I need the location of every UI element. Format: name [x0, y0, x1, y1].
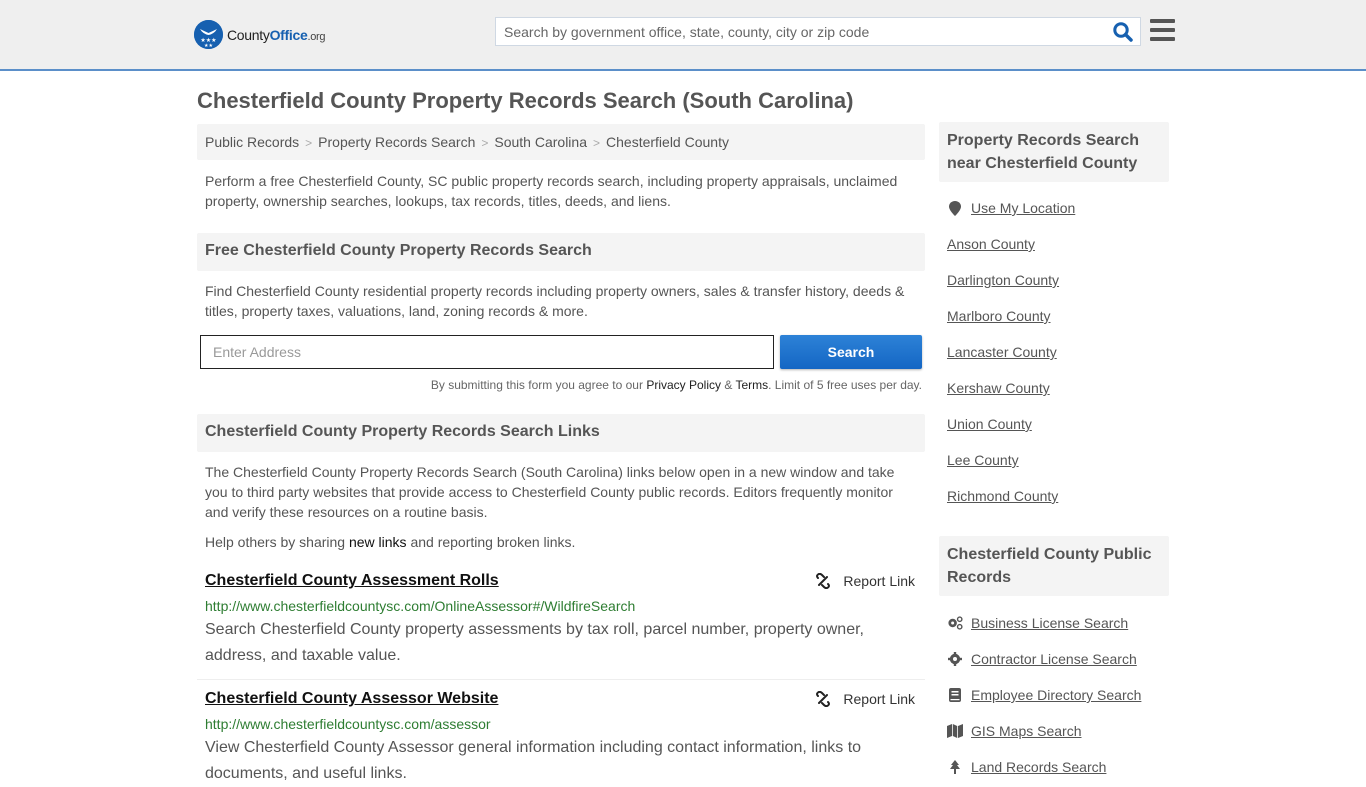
gear-icon — [947, 652, 963, 666]
public-record-link[interactable]: Contractor License Search — [971, 651, 1137, 667]
use-my-location-link[interactable]: Use My Location — [971, 200, 1075, 216]
breadcrumb-separator: > — [305, 136, 313, 150]
address-input[interactable] — [200, 335, 774, 369]
public-record-link[interactable]: Land Records Search — [971, 759, 1106, 775]
report-link-button[interactable]: Report Link — [815, 691, 915, 707]
breadcrumb-separator: > — [481, 136, 489, 150]
hamburger-menu-icon[interactable] — [1150, 19, 1175, 43]
disclaimer-prefix: By submitting this form you agree to our — [430, 378, 647, 392]
nearby-county-item: Lancaster County — [947, 334, 1161, 370]
map-icon — [947, 724, 963, 738]
breadcrumb-south-carolina[interactable]: South Carolina — [494, 134, 587, 150]
report-link-label: Report Link — [843, 691, 915, 707]
book-icon — [947, 688, 963, 702]
eagle-logo-icon: ★★★ ★★ — [194, 20, 223, 49]
site-logo[interactable]: ★★★ ★★ CountyOffice.org — [194, 20, 326, 49]
nearby-county-item: Kershaw County — [947, 370, 1161, 406]
breadcrumb-separator: > — [593, 136, 601, 150]
menu-bar — [1150, 28, 1175, 32]
public-record-link[interactable]: Business License Search — [971, 615, 1128, 631]
resource-link-item: Chesterfield County Assessor Website Rep… — [197, 690, 925, 787]
menu-bar — [1150, 37, 1175, 41]
free-search-description: Find Chesterfield County residential pro… — [205, 283, 905, 319]
nearby-county-link[interactable]: Lancaster County — [947, 344, 1057, 360]
form-disclaimer: By submitting this form you agree to our… — [197, 378, 925, 392]
help-suffix: and reporting broken links. — [406, 534, 576, 550]
terms-link[interactable]: Terms — [735, 378, 768, 392]
nearby-county-item: Union County — [947, 406, 1161, 442]
nearby-county-link[interactable]: Lee County — [947, 452, 1019, 468]
public-record-item: GIS Maps Search — [947, 713, 1161, 749]
use-location-item: Use My Location — [947, 190, 1161, 226]
new-links-link[interactable]: new links — [349, 534, 407, 550]
nearby-county-link[interactable]: Union County — [947, 416, 1032, 432]
logo-tld: .org — [307, 30, 326, 43]
nearby-county-item: Darlington County — [947, 262, 1161, 298]
breadcrumb-public-records[interactable]: Public Records — [205, 134, 299, 150]
breadcrumb: Public Records > Property Records Search > S… — [197, 124, 925, 160]
nearby-county-link[interactable]: Darlington County — [947, 272, 1059, 288]
main-content: Public Records > Property Records Search > S… — [197, 124, 925, 787]
public-records-list: Business License Search Contractor Licen… — [939, 605, 1169, 785]
broken-link-icon — [816, 573, 831, 589]
site-header: ★★★ ★★ CountyOffice.org — [0, 0, 1366, 71]
address-search-form: Search — [197, 335, 925, 369]
nearby-county-item: Lee County — [947, 442, 1161, 478]
cogs-icon — [947, 616, 963, 630]
nearby-list: Use My Location Anson County Darlington … — [939, 190, 1169, 514]
nearby-county-item: Marlboro County — [947, 298, 1161, 334]
disclaimer-amp: & — [721, 378, 736, 392]
public-record-item: Land Records Search — [947, 749, 1161, 785]
resource-link-title[interactable]: Chesterfield County Assessment Rolls — [205, 572, 499, 589]
intro-text: Perform a free Chesterfield County, SC p… — [205, 173, 898, 209]
public-records-heading: Chesterfield County Public Records — [939, 536, 1169, 596]
links-section-description: The Chesterfield County Property Records… — [205, 464, 895, 520]
nearby-heading: Property Records Search near Chesterfiel… — [939, 122, 1169, 182]
divider — [197, 679, 925, 680]
nearby-county-item: Anson County — [947, 226, 1161, 262]
public-record-link[interactable]: Employee Directory Search — [971, 687, 1141, 703]
tree-icon — [947, 760, 963, 774]
nearby-county-link[interactable]: Anson County — [947, 236, 1035, 252]
logo-wordmark: CountyOffice.org — [227, 26, 326, 43]
page-title: Chesterfield County Property Records Sea… — [197, 88, 854, 113]
public-record-link[interactable]: GIS Maps Search — [971, 723, 1082, 739]
disclaimer-suffix: . Limit of 5 free uses per day. — [768, 378, 922, 392]
nearby-county-link[interactable]: Richmond County — [947, 488, 1058, 504]
privacy-policy-link[interactable]: Privacy Policy — [646, 378, 721, 392]
resource-link-url[interactable]: http://www.chesterfieldcountysc.com/Onli… — [205, 597, 917, 615]
menu-bar — [1150, 19, 1175, 23]
nearby-sidebar: Property Records Search near Chesterfiel… — [939, 122, 1169, 514]
resource-link-description: View Chesterfield County Assessor genera… — [205, 739, 862, 782]
logo-word-county: County — [227, 26, 270, 43]
resource-link-item: Chesterfield County Assessment Rolls Rep… — [197, 572, 925, 669]
resource-link-title[interactable]: Chesterfield County Assessor Website — [205, 690, 498, 707]
free-search-heading: Free Chesterfield County Property Record… — [197, 233, 925, 271]
help-prefix: Help others by sharing — [205, 534, 349, 550]
public-record-item: Contractor License Search — [947, 641, 1161, 677]
report-link-button[interactable]: Report Link — [815, 573, 915, 589]
nearby-county-link[interactable]: Kershaw County — [947, 380, 1050, 396]
breadcrumb-chesterfield-county[interactable]: Chesterfield County — [606, 134, 729, 150]
site-search-input[interactable] — [496, 18, 1106, 45]
report-link-label: Report Link — [843, 573, 915, 589]
svg-text:★★: ★★ — [204, 43, 213, 49]
public-record-item: Employee Directory Search — [947, 677, 1161, 713]
nearby-county-item: Richmond County — [947, 478, 1161, 514]
logo-word-office: Office — [269, 26, 308, 43]
map-marker-icon — [947, 200, 963, 216]
public-record-item: Business License Search — [947, 605, 1161, 641]
public-records-sidebar: Chesterfield County Public Records Busin… — [939, 536, 1169, 785]
resource-link-url[interactable]: http://www.chesterfieldcountysc.com/asse… — [205, 715, 917, 733]
help-text: Help others by sharing new links and rep… — [197, 532, 925, 552]
links-section-heading: Chesterfield County Property Records Sea… — [197, 414, 925, 452]
nearby-county-link[interactable]: Marlboro County — [947, 308, 1051, 324]
address-search-button[interactable]: Search — [780, 335, 922, 369]
resource-link-description: Search Chesterfield County property asse… — [205, 621, 864, 664]
site-search — [495, 17, 1141, 46]
search-icon[interactable] — [1112, 21, 1134, 43]
broken-link-icon — [816, 691, 831, 707]
breadcrumb-property-records-search[interactable]: Property Records Search — [318, 134, 475, 150]
